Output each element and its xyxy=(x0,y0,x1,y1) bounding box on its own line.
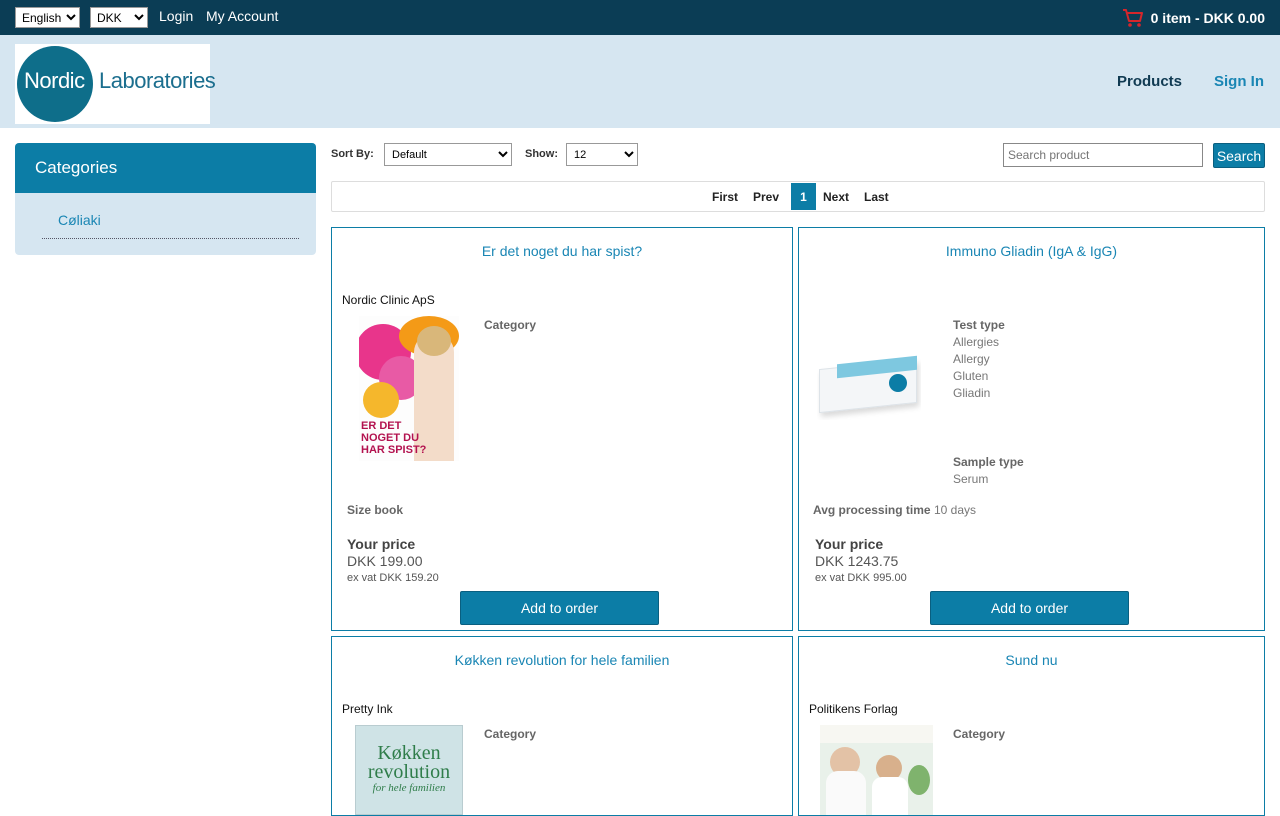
product-maker: Pretty Ink xyxy=(342,702,393,716)
product-maker: Politikens Forlag xyxy=(809,702,898,716)
size-label: Size book xyxy=(347,503,404,517)
your-price-label: Your price xyxy=(815,536,884,552)
show-count-select[interactable]: 12 xyxy=(566,143,638,166)
test-type-value: Allergy xyxy=(953,352,990,366)
sample-type-value: Serum xyxy=(953,472,989,486)
your-price-label: Your price xyxy=(347,536,416,552)
book-cover-subtitle: for hele familien xyxy=(372,782,446,794)
product-price: DKK 199.00 xyxy=(347,553,423,569)
add-to-order-button[interactable]: Add to order xyxy=(930,591,1129,625)
search-button[interactable]: Search xyxy=(1213,143,1265,168)
search-input[interactable] xyxy=(1003,143,1203,167)
show-label: Show: xyxy=(525,148,558,160)
logo-word-laboratories: Laboratories xyxy=(99,68,216,93)
nordic-laboratories-logo[interactable]: Nordic Laboratories xyxy=(15,44,216,124)
product-card: Er det noget du har spist? Nordic Clinic… xyxy=(331,227,793,631)
top-bar: English DKK Login My Account 0 item - DK… xyxy=(0,0,1280,35)
shopping-cart-icon xyxy=(1122,9,1143,27)
language-select[interactable]: English xyxy=(15,7,80,28)
cart-summary[interactable]: 0 item - DKK 0.00 xyxy=(1122,7,1265,29)
test-type-value: Allergies xyxy=(953,335,1000,349)
product-image-book-cover[interactable]: Køkken revolution for hele familien xyxy=(355,725,463,815)
my-account-link[interactable]: My Account xyxy=(206,8,278,24)
test-type-value: Gluten xyxy=(953,369,989,383)
currency-select[interactable]: DKK xyxy=(90,7,148,28)
product-title[interactable]: Køkken revolution for hele familien xyxy=(332,652,792,668)
product-card: Immuno Gliadin (IgA & IgG) Test type All… xyxy=(798,227,1265,631)
product-title[interactable]: Er det noget du har spist? xyxy=(332,243,792,259)
cart-total: 0 item - DKK 0.00 xyxy=(1150,10,1265,26)
product-card: Sund nu Politikens Forlag Category xyxy=(798,636,1265,816)
page-prev[interactable]: Prev xyxy=(753,190,779,204)
price-ex-vat: ex vat DKK 995.00 xyxy=(815,572,907,584)
product-card: Køkken revolution for hele familien Pret… xyxy=(331,636,793,816)
product-title[interactable]: Sund nu xyxy=(799,652,1264,668)
category-heading: Category xyxy=(484,727,537,741)
page-first[interactable]: First xyxy=(712,190,738,204)
category-item-coeliaki[interactable]: Cøliaki xyxy=(42,212,299,239)
product-image-test-kit[interactable] xyxy=(817,350,921,420)
sort-by-select[interactable]: Default xyxy=(384,143,512,166)
category-heading: Category xyxy=(953,727,1006,741)
product-image-book-cover[interactable]: ER DET NOGET DU HAR SPIST? xyxy=(359,316,459,461)
product-image-book-cover[interactable] xyxy=(820,725,933,815)
sort-by-label: Sort By: xyxy=(331,148,374,160)
category-heading: Category xyxy=(484,318,537,332)
categories-title: Categories xyxy=(15,143,316,193)
categories-panel: Categories Cøliaki xyxy=(15,143,316,255)
test-type-heading: Test type xyxy=(953,318,1005,332)
page-last[interactable]: Last xyxy=(864,190,889,204)
logo-word-nordic: Nordic xyxy=(24,68,85,93)
site-header: Nordic Laboratories Products Sign In xyxy=(0,35,1280,128)
product-maker: Nordic Clinic ApS xyxy=(342,293,435,307)
test-type-value: Gliadin xyxy=(953,386,991,400)
page-next[interactable]: Next xyxy=(823,190,849,204)
price-ex-vat: ex vat DKK 159.20 xyxy=(347,572,439,584)
book-cover-title: ER DET NOGET DU HAR SPIST? xyxy=(361,420,427,456)
add-to-order-button[interactable]: Add to order xyxy=(460,591,659,625)
product-price: DKK 1243.75 xyxy=(815,553,899,569)
product-title[interactable]: Immuno Gliadin (IgA & IgG) xyxy=(799,243,1264,259)
sample-type-heading: Sample type xyxy=(953,455,1024,469)
login-link[interactable]: Login xyxy=(159,8,193,24)
nav-sign-in[interactable]: Sign In xyxy=(1214,73,1264,90)
processing-time-label: Avg processing time xyxy=(813,503,931,517)
book-cover-word: revolution xyxy=(367,761,451,783)
pagination: First Prev 1 Next Last xyxy=(331,181,1265,212)
page-current[interactable]: 1 xyxy=(791,183,816,210)
nav-products[interactable]: Products xyxy=(1117,73,1182,90)
processing-time-value: 10 days xyxy=(934,503,977,517)
